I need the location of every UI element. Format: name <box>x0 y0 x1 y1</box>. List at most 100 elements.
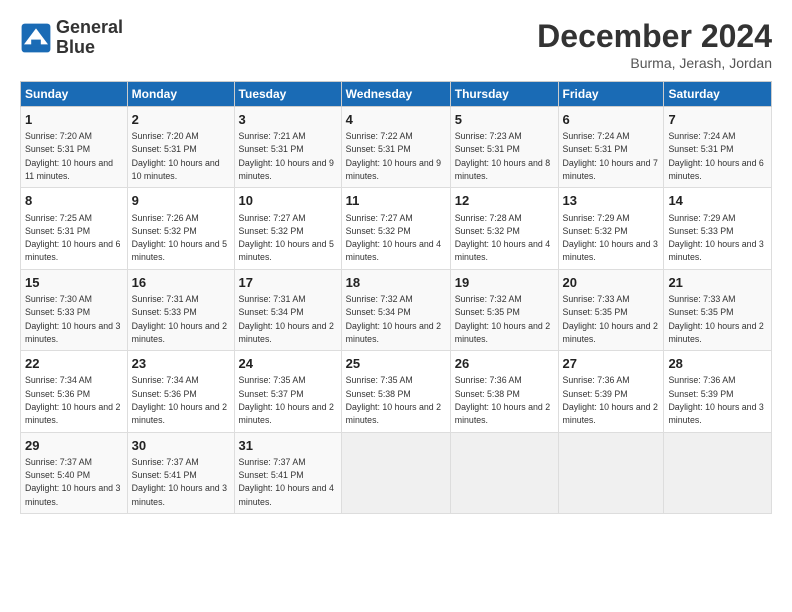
calendar-cell: 13Sunrise: 7:29 AMSunset: 5:32 PMDayligh… <box>558 188 664 269</box>
day-number: 20 <box>563 274 660 292</box>
calendar-cell: 19 Sunrise: 7:32 AMSunset: 5:35 PMDayligh… <box>450 269 558 350</box>
calendar-cell: 11 Sunrise: 7:27 AMSunset: 5:32 PMDayligh… <box>341 188 450 269</box>
calendar-cell: 29 Sunrise: 7:37 AMSunset: 5:40 PMDayligh… <box>21 432 128 513</box>
day-info: Sunrise: 7:20 AMSunset: 5:31 PMDaylight:… <box>25 131 113 181</box>
logo-text: General Blue <box>56 18 123 58</box>
calendar-cell: 1 Sunrise: 7:20 AMSunset: 5:31 PMDaylight… <box>21 107 128 188</box>
day-info: Sunrise: 7:32 AMSunset: 5:34 PMDaylight:… <box>346 294 441 344</box>
calendar-cell: 15 Sunrise: 7:30 AMSunset: 5:33 PMDayligh… <box>21 269 128 350</box>
calendar-cell: 2Sunrise: 7:20 AMSunset: 5:31 PMDaylight… <box>127 107 234 188</box>
calendar-cell <box>450 432 558 513</box>
col-monday: Monday <box>127 82 234 107</box>
calendar-week-row: 1 Sunrise: 7:20 AMSunset: 5:31 PMDaylight… <box>21 107 772 188</box>
day-info: Sunrise: 7:24 AMSunset: 5:31 PMDaylight:… <box>668 131 763 181</box>
day-info: Sunrise: 7:36 AMSunset: 5:39 PMDaylight:… <box>563 375 658 425</box>
calendar-cell: 20 Sunrise: 7:33 AMSunset: 5:35 PMDayligh… <box>558 269 664 350</box>
day-number: 5 <box>455 111 554 129</box>
day-number: 4 <box>346 111 446 129</box>
day-info: Sunrise: 7:25 AMSunset: 5:31 PMDaylight:… <box>25 213 120 263</box>
header-row: Sunday Monday Tuesday Wednesday Thursday… <box>21 82 772 107</box>
day-number: 25 <box>346 355 446 373</box>
day-info: Sunrise: 7:23 AMSunset: 5:31 PMDaylight:… <box>455 131 550 181</box>
day-number: 24 <box>239 355 337 373</box>
day-number: 26 <box>455 355 554 373</box>
day-info: Sunrise: 7:29 AMSunset: 5:32 PMDaylight:… <box>563 213 658 263</box>
day-info: Sunrise: 7:24 AMSunset: 5:31 PMDaylight:… <box>563 131 658 181</box>
day-number: 8 <box>25 192 123 210</box>
day-number: 15 <box>25 274 123 292</box>
calendar-cell: 3 Sunrise: 7:21 AMSunset: 5:31 PMDaylight… <box>234 107 341 188</box>
calendar-cell: 24 Sunrise: 7:35 AMSunset: 5:37 PMDayligh… <box>234 351 341 432</box>
day-number: 28 <box>668 355 767 373</box>
day-number: 29 <box>25 437 123 455</box>
day-info: Sunrise: 7:27 AMSunset: 5:32 PMDaylight:… <box>239 213 334 263</box>
calendar-week-row: 15 Sunrise: 7:30 AMSunset: 5:33 PMDayligh… <box>21 269 772 350</box>
calendar-table: Sunday Monday Tuesday Wednesday Thursday… <box>20 81 772 514</box>
calendar-cell: 8 Sunrise: 7:25 AMSunset: 5:31 PMDaylight… <box>21 188 128 269</box>
calendar-cell: 23Sunrise: 7:34 AMSunset: 5:36 PMDayligh… <box>127 351 234 432</box>
day-info: Sunrise: 7:37 AMSunset: 5:40 PMDaylight:… <box>25 457 120 507</box>
day-info: Sunrise: 7:30 AMSunset: 5:33 PMDaylight:… <box>25 294 120 344</box>
day-info: Sunrise: 7:36 AMSunset: 5:38 PMDaylight:… <box>455 375 550 425</box>
location-subtitle: Burma, Jerash, Jordan <box>537 55 772 71</box>
day-number: 21 <box>668 274 767 292</box>
calendar-cell: 16Sunrise: 7:31 AMSunset: 5:33 PMDayligh… <box>127 269 234 350</box>
day-number: 22 <box>25 355 123 373</box>
calendar-cell: 22 Sunrise: 7:34 AMSunset: 5:36 PMDayligh… <box>21 351 128 432</box>
col-wednesday: Wednesday <box>341 82 450 107</box>
calendar-week-row: 22 Sunrise: 7:34 AMSunset: 5:36 PMDayligh… <box>21 351 772 432</box>
day-info: Sunrise: 7:31 AMSunset: 5:33 PMDaylight:… <box>132 294 227 344</box>
calendar-cell <box>664 432 772 513</box>
col-saturday: Saturday <box>664 82 772 107</box>
day-number: 3 <box>239 111 337 129</box>
day-info: Sunrise: 7:36 AMSunset: 5:39 PMDaylight:… <box>668 375 763 425</box>
calendar-cell: 9 Sunrise: 7:26 AMSunset: 5:32 PMDaylight… <box>127 188 234 269</box>
logo: General Blue <box>20 18 123 58</box>
day-info: Sunrise: 7:27 AMSunset: 5:32 PMDaylight:… <box>346 213 441 263</box>
day-info: Sunrise: 7:34 AMSunset: 5:36 PMDaylight:… <box>25 375 120 425</box>
day-info: Sunrise: 7:26 AMSunset: 5:32 PMDaylight:… <box>132 213 227 263</box>
calendar-cell: 4Sunrise: 7:22 AMSunset: 5:31 PMDaylight… <box>341 107 450 188</box>
calendar-cell: 6 Sunrise: 7:24 AMSunset: 5:31 PMDaylight… <box>558 107 664 188</box>
day-number: 12 <box>455 192 554 210</box>
day-number: 11 <box>346 192 446 210</box>
calendar-cell: 31 Sunrise: 7:37 AMSunset: 5:41 PMDayligh… <box>234 432 341 513</box>
calendar-cell: 28 Sunrise: 7:36 AMSunset: 5:39 PMDayligh… <box>664 351 772 432</box>
calendar-cell: 17Sunrise: 7:31 AMSunset: 5:34 PMDayligh… <box>234 269 341 350</box>
col-friday: Friday <box>558 82 664 107</box>
calendar-cell: 7 Sunrise: 7:24 AMSunset: 5:31 PMDaylight… <box>664 107 772 188</box>
calendar-cell: 5 Sunrise: 7:23 AMSunset: 5:31 PMDaylight… <box>450 107 558 188</box>
day-number: 6 <box>563 111 660 129</box>
day-number: 19 <box>455 274 554 292</box>
day-number: 18 <box>346 274 446 292</box>
day-info: Sunrise: 7:33 AMSunset: 5:35 PMDaylight:… <box>668 294 763 344</box>
page-header: General Blue December 2024 Burma, Jerash… <box>20 18 772 71</box>
day-number: 27 <box>563 355 660 373</box>
calendar-cell <box>558 432 664 513</box>
calendar-cell: 10Sunrise: 7:27 AMSunset: 5:32 PMDayligh… <box>234 188 341 269</box>
day-number: 9 <box>132 192 230 210</box>
calendar-cell: 21 Sunrise: 7:33 AMSunset: 5:35 PMDayligh… <box>664 269 772 350</box>
day-number: 31 <box>239 437 337 455</box>
month-title: December 2024 <box>537 18 772 55</box>
day-info: Sunrise: 7:28 AMSunset: 5:32 PMDaylight:… <box>455 213 550 263</box>
calendar-cell: 30Sunrise: 7:37 AMSunset: 5:41 PMDayligh… <box>127 432 234 513</box>
logo-icon <box>20 22 52 54</box>
calendar-cell: 14Sunrise: 7:29 AMSunset: 5:33 PMDayligh… <box>664 188 772 269</box>
day-info: Sunrise: 7:20 AMSunset: 5:31 PMDaylight:… <box>132 131 220 181</box>
calendar-body: 1 Sunrise: 7:20 AMSunset: 5:31 PMDaylight… <box>21 107 772 514</box>
day-number: 7 <box>668 111 767 129</box>
calendar-cell <box>341 432 450 513</box>
day-info: Sunrise: 7:33 AMSunset: 5:35 PMDaylight:… <box>563 294 658 344</box>
logo-line2: Blue <box>56 37 95 57</box>
day-number: 1 <box>25 111 123 129</box>
calendar-cell: 18 Sunrise: 7:32 AMSunset: 5:34 PMDayligh… <box>341 269 450 350</box>
day-info: Sunrise: 7:31 AMSunset: 5:34 PMDaylight:… <box>239 294 334 344</box>
day-info: Sunrise: 7:35 AMSunset: 5:37 PMDaylight:… <box>239 375 334 425</box>
day-info: Sunrise: 7:21 AMSunset: 5:31 PMDaylight:… <box>239 131 334 181</box>
day-info: Sunrise: 7:37 AMSunset: 5:41 PMDaylight:… <box>239 457 334 507</box>
day-info: Sunrise: 7:34 AMSunset: 5:36 PMDaylight:… <box>132 375 227 425</box>
col-thursday: Thursday <box>450 82 558 107</box>
day-info: Sunrise: 7:29 AMSunset: 5:33 PMDaylight:… <box>668 213 763 263</box>
day-info: Sunrise: 7:32 AMSunset: 5:35 PMDaylight:… <box>455 294 550 344</box>
